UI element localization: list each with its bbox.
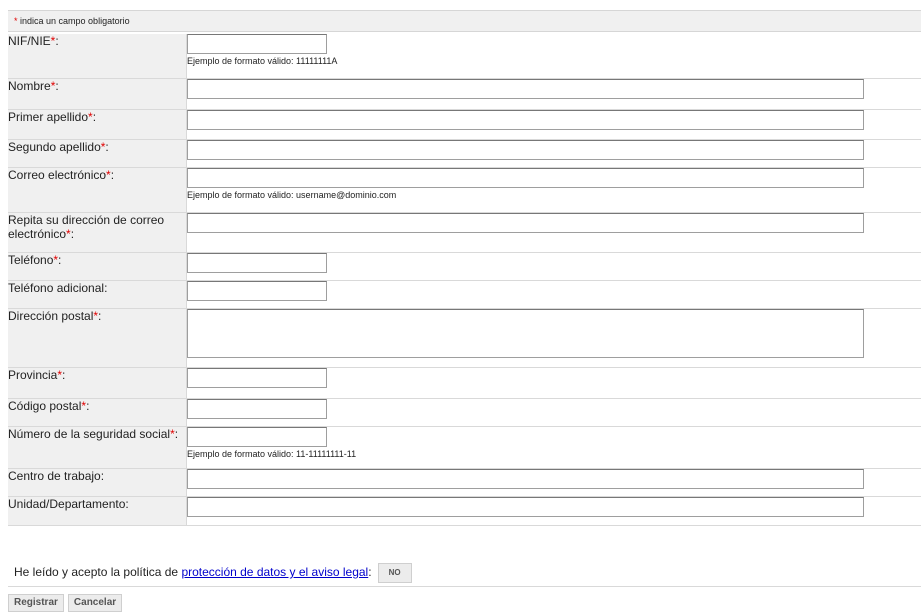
- provincia-label: Provincia*:: [8, 367, 187, 399]
- segundo-apellido-input[interactable]: [187, 139, 864, 160]
- form-actions: Registrar Cancelar: [8, 594, 126, 612]
- primer-apellido-label: Primer apellido*:: [8, 109, 187, 140]
- primer-apellido-input[interactable]: [187, 109, 864, 130]
- segundo-apellido-label: Segundo apellido*:: [8, 139, 187, 168]
- email-format-hint: Ejemplo de formato válido: username@domi…: [187, 189, 397, 200]
- nombre-input[interactable]: [187, 78, 864, 99]
- email-label: Correo electrónico*:: [8, 167, 187, 213]
- registration-form: NIF/NIE*: Ejemplo de formato válido: 111…: [8, 34, 921, 526]
- acceptance-suffix: :: [368, 565, 372, 579]
- email-repeat-label: Repita su dirección de correo electrónic…: [8, 212, 187, 253]
- required-note-text: indica un campo obligatorio: [17, 16, 130, 26]
- telefono-input[interactable]: [187, 252, 327, 273]
- privacy-policy-link[interactable]: protección de datos y el aviso legal: [181, 565, 368, 579]
- nif-input[interactable]: [187, 34, 327, 54]
- email-input[interactable]: [187, 167, 864, 188]
- acceptance-toggle[interactable]: NO: [377, 562, 412, 583]
- telefono-adicional-input[interactable]: [187, 280, 327, 301]
- codigo-postal-label: Código postal*:: [8, 398, 187, 427]
- direccion-textarea[interactable]: [187, 308, 864, 358]
- codigo-postal-input[interactable]: [187, 398, 327, 419]
- unidad-input[interactable]: [187, 496, 864, 517]
- cancel-button[interactable]: Cancelar: [67, 594, 123, 612]
- nss-input[interactable]: [187, 426, 327, 447]
- telefono-label: Teléfono*:: [8, 252, 187, 281]
- required-fields-note: * indica un campo obligatorio: [8, 10, 921, 32]
- register-button[interactable]: Registrar: [8, 594, 64, 612]
- nif-format-hint: Ejemplo de formato válido: 11111111A: [187, 56, 338, 66]
- telefono-adicional-label: Teléfono adicional:: [8, 280, 187, 309]
- nif-label: NIF/NIE*:: [8, 34, 187, 79]
- unidad-label: Unidad/Departamento:: [8, 496, 187, 526]
- centro-trabajo-label: Centro de trabajo:: [8, 468, 187, 497]
- nombre-label: Nombre*:: [8, 78, 187, 110]
- nss-format-hint: Ejemplo de formato válido: 11-11111111-1…: [187, 448, 357, 459]
- privacy-acceptance-row: He leído y acepto la política de protecc…: [8, 558, 921, 587]
- provincia-input[interactable]: [187, 367, 327, 388]
- nss-label: Número de la seguridad social*:: [8, 426, 187, 469]
- centro-trabajo-input[interactable]: [187, 468, 864, 489]
- acceptance-prefix: He leído y acepto la política de: [14, 565, 182, 579]
- email-repeat-input[interactable]: [187, 212, 864, 233]
- direccion-label: Dirección postal*:: [8, 308, 187, 368]
